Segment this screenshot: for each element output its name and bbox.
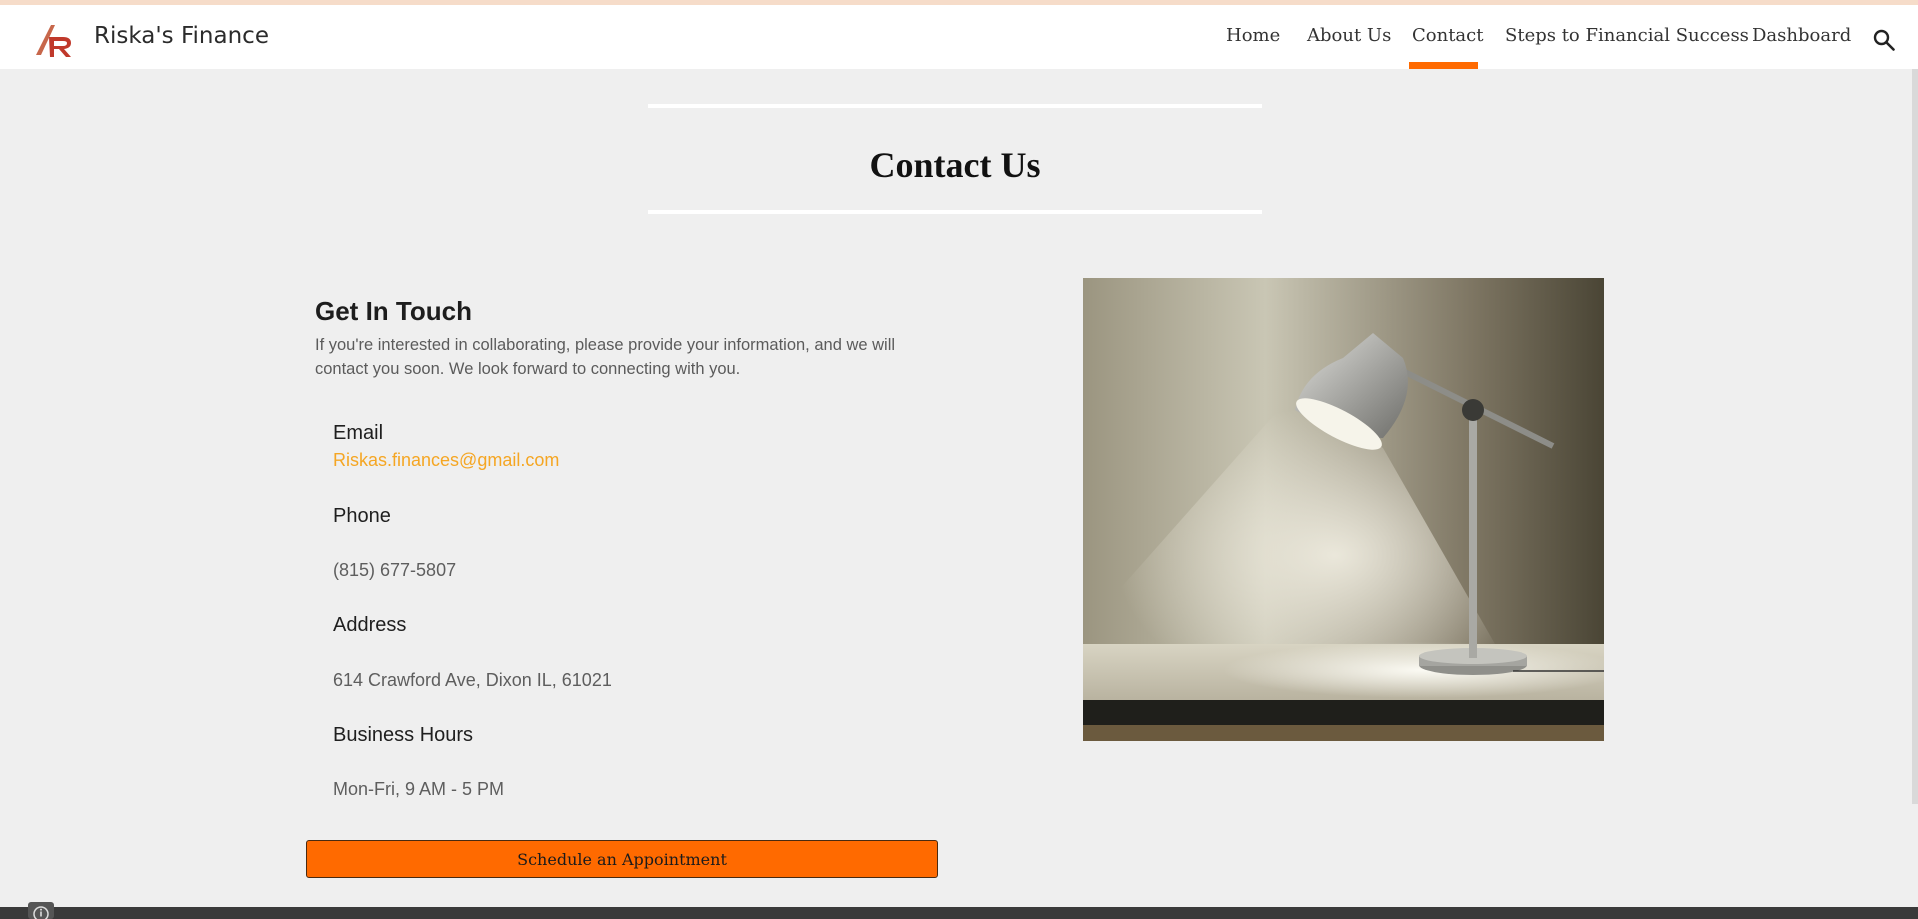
hours-value: Mon-Fri, 9 AM - 5 PM: [333, 779, 505, 799]
phone-label: Phone: [333, 505, 391, 527]
page-scrollbar[interactable]: [1912, 69, 1918, 804]
active-nav-indicator: [1409, 62, 1478, 69]
footer-bar: [0, 907, 1918, 919]
search-icon[interactable]: [1873, 29, 1895, 51]
schedule-appointment-button[interactable]: Schedule an Appointment: [306, 840, 938, 878]
nav-contact[interactable]: Contact: [1412, 25, 1483, 46]
email-link[interactable]: Riskas.finances@gmail.com: [333, 450, 559, 470]
nav-home[interactable]: Home: [1226, 25, 1280, 46]
top-navbar: Riska's Finance Home About Us Contact St…: [0, 5, 1918, 69]
intro-text: If you're interested in collaborating, p…: [315, 336, 896, 378]
page-title: Contact Us: [869, 145, 1041, 185]
email-label: Email: [333, 422, 384, 444]
phone-value: (815) 677-5807: [333, 560, 457, 580]
info-icon[interactable]: [28, 902, 54, 919]
address-value: 614 Crawford Ave, Dixon IL, 61021: [333, 670, 612, 690]
address-label: Address: [333, 614, 407, 636]
title-bottom-rule: [648, 210, 1262, 214]
nav-dashboard[interactable]: Dashboard: [1752, 25, 1851, 46]
hours-label: Business Hours: [333, 724, 474, 746]
get-in-touch-heading: Get In Touch: [315, 296, 472, 326]
nav-about-us[interactable]: About Us: [1307, 25, 1391, 46]
title-top-rule: [648, 104, 1262, 108]
desk-lamp-photo: [1083, 278, 1604, 741]
riskas-finance-logo[interactable]: [33, 19, 75, 59]
site-title[interactable]: Riska's Finance: [94, 23, 269, 49]
nav-steps-to-financial-success[interactable]: Steps to Financial Success: [1505, 25, 1749, 46]
